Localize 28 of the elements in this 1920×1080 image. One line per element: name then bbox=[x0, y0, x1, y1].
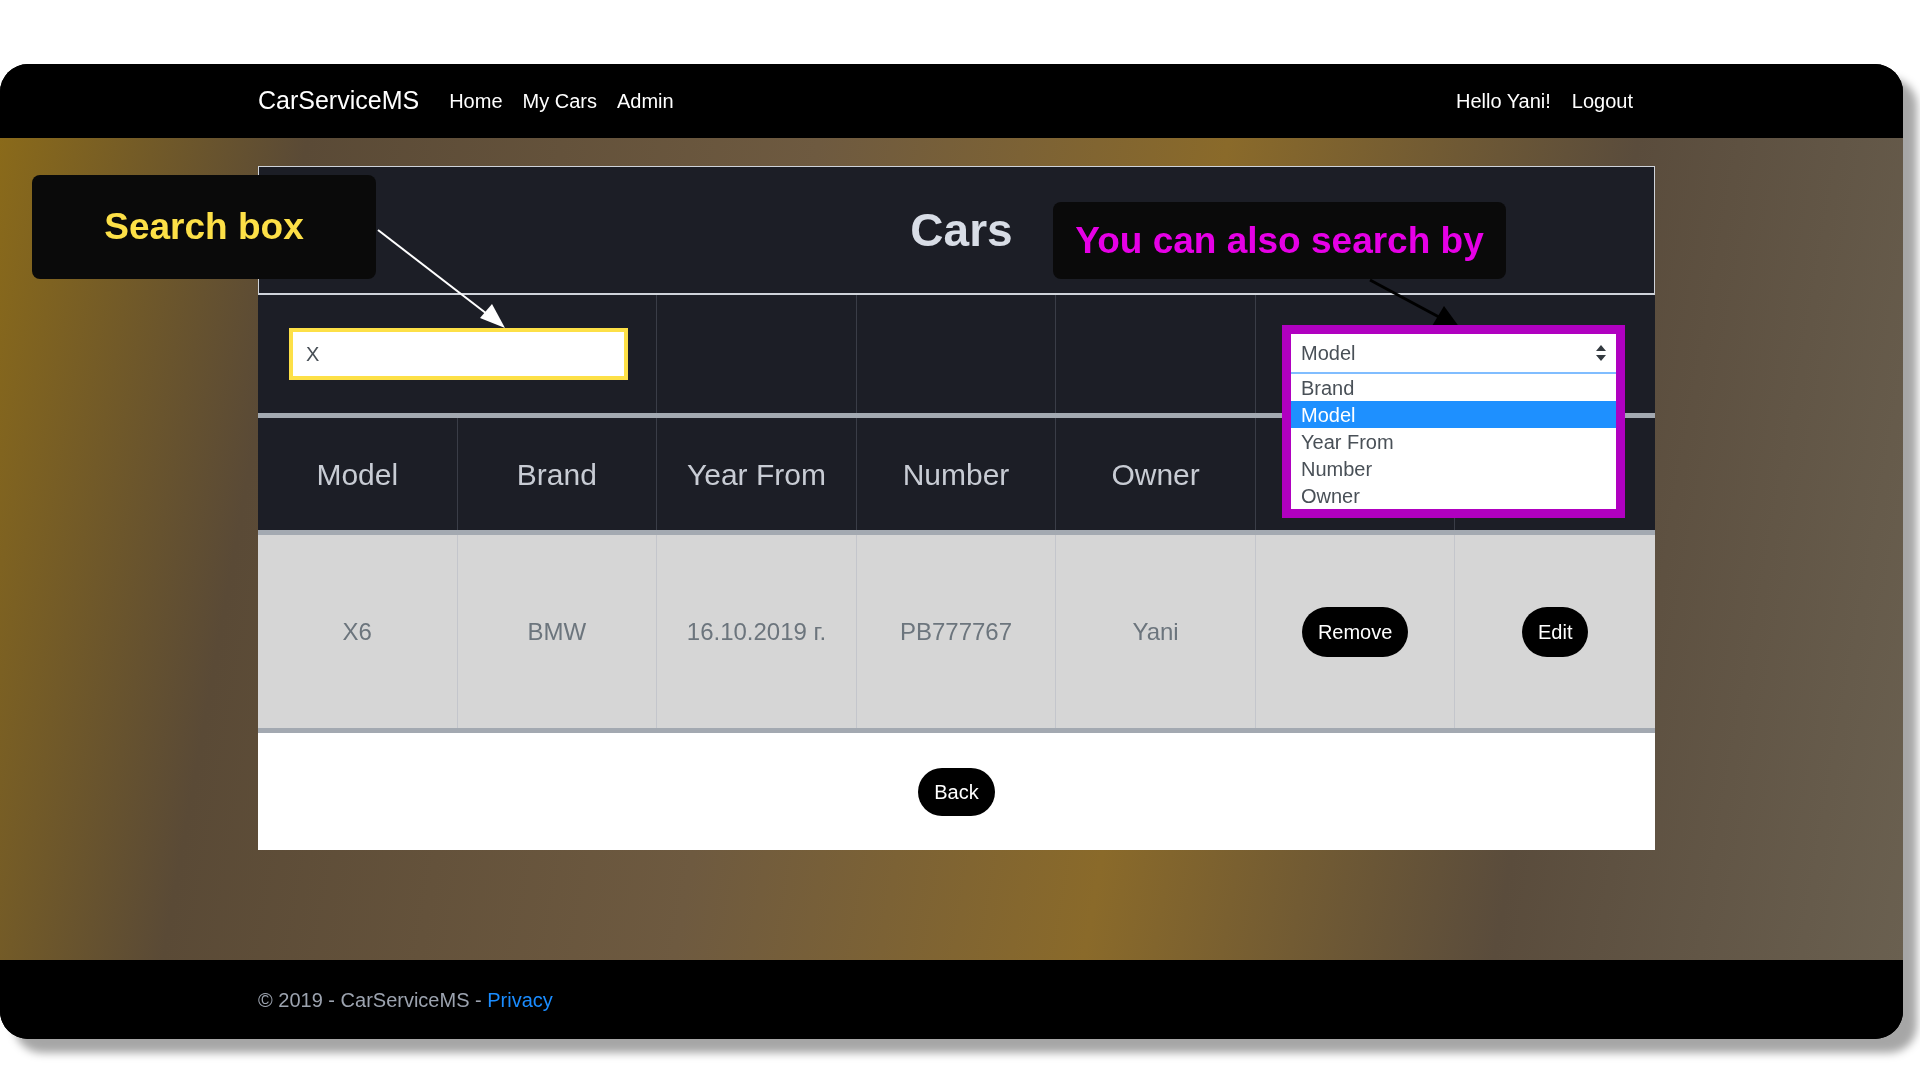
column-header: Brand bbox=[516, 456, 597, 493]
table-cell-text: BMW bbox=[527, 616, 587, 647]
nav-link[interactable]: Admin bbox=[616, 86, 674, 116]
logout-link[interactable]: Logout bbox=[1571, 86, 1633, 116]
column-header: Year From bbox=[686, 456, 826, 493]
callout-label: You can also search by bbox=[1075, 218, 1484, 263]
table-cell-text: Yani bbox=[1132, 616, 1179, 647]
table-cell-text: PB777767 bbox=[899, 616, 1013, 647]
nav-link[interactable]: My Cars bbox=[522, 86, 597, 116]
brand-logo[interactable]: CarServiceMS bbox=[258, 82, 420, 120]
search-field[interactable]: X bbox=[289, 328, 628, 380]
sort-arrows-icon bbox=[1596, 345, 1606, 361]
greeting-text: Hello Yani! bbox=[1455, 89, 1551, 114]
search-by-dropdown[interactable]: Model Brand Model Year From Number Owner bbox=[1282, 325, 1625, 518]
remove-button[interactable]: Remove bbox=[1301, 606, 1409, 657]
column-header: Owner bbox=[1111, 456, 1200, 493]
table-cell-text: 16.10.2019 г. bbox=[686, 616, 827, 647]
callout-label: Search box bbox=[104, 205, 304, 250]
nav-link[interactable]: Home bbox=[449, 86, 503, 116]
back-button[interactable]: Back bbox=[918, 767, 995, 816]
select-value: Model bbox=[1301, 341, 1356, 366]
table-cell-text: X6 bbox=[342, 616, 372, 647]
column-header: Number bbox=[902, 456, 1010, 493]
page-title: Cars bbox=[910, 202, 1013, 258]
column-header: Model bbox=[316, 456, 399, 493]
privacy-link[interactable]: Privacy bbox=[487, 988, 553, 1011]
edit-button[interactable]: Edit bbox=[1521, 606, 1589, 657]
footer-text: © 2019 - CarServiceMS - Privacy bbox=[258, 987, 553, 1013]
